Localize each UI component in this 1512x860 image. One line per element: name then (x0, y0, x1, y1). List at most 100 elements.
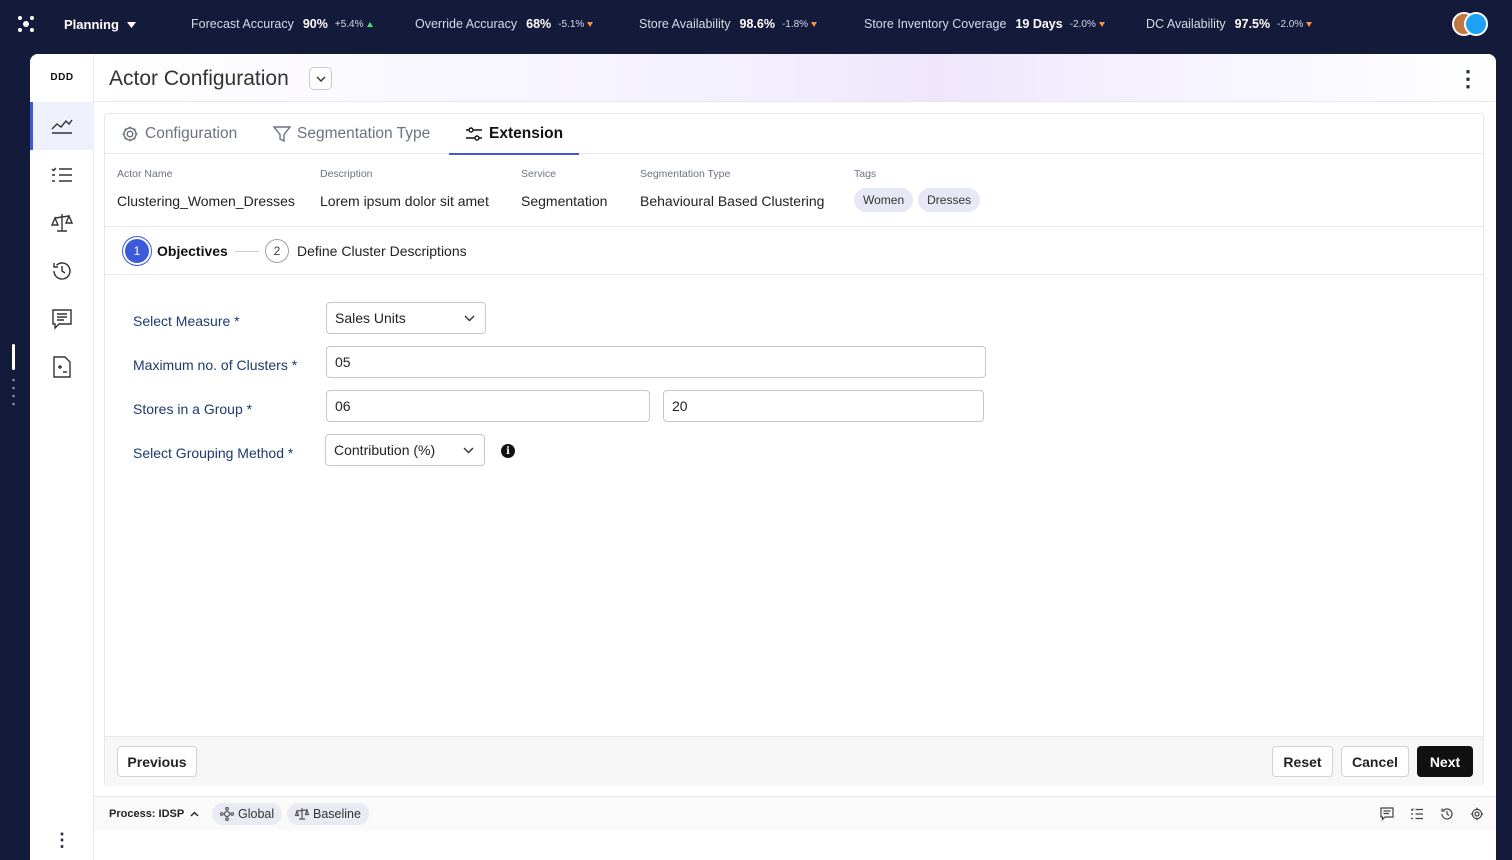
tag-chip[interactable]: Women (854, 188, 914, 212)
chart-icon (51, 119, 73, 134)
info-label: Service (521, 168, 557, 180)
segmentation-type-field: Segmentation Type Behavioural Based Clus… (640, 168, 824, 209)
title-dropdown-button[interactable] (309, 67, 332, 90)
user-avatars[interactable] (1452, 12, 1492, 36)
stores-max-input[interactable]: 20 (663, 390, 984, 422)
kpi-override-accuracy[interactable]: Override Accuracy 68% -5.1% (415, 17, 594, 31)
actor-name-field: Actor Name Clustering_Women_Dresses (117, 168, 295, 209)
top-bar: Planning Forecast Accuracy 90% +5.4% Ove… (0, 0, 1512, 48)
step-connector (235, 251, 259, 252)
tab-label: Configuration (145, 125, 238, 142)
drag-handle-icon[interactable] (10, 344, 18, 408)
checklist-icon[interactable] (1409, 806, 1425, 822)
info-value: Segmentation (521, 193, 608, 209)
info-value: Lorem ipsum dolor sit amet (320, 193, 489, 209)
page-title: Actor Configuration (109, 67, 289, 90)
tab-label: Segmentation Type (297, 125, 431, 142)
kpi-store-inventory-coverage[interactable]: Store Inventory Coverage 19 Days -2.0% (864, 17, 1105, 31)
trend-down-icon (811, 21, 818, 27)
step-1-indicator[interactable]: 1 (125, 239, 149, 263)
cancel-button[interactable]: Cancel (1341, 746, 1409, 777)
more-vertical-icon[interactable]: ⋮ (30, 831, 94, 849)
trend-down-icon (1306, 21, 1313, 27)
global-chip[interactable]: Global (212, 803, 283, 825)
actor-info-row: Actor Name Clustering_Women_Dresses Desc… (105, 154, 1483, 227)
service-field: Service Segmentation (521, 168, 607, 209)
network-icon (220, 807, 234, 821)
kpi-delta: +5.4% (334, 18, 364, 30)
history-icon[interactable] (1439, 806, 1455, 822)
nav-item-history[interactable] (30, 247, 94, 295)
grouping-method-value: Contribution (%) (334, 442, 436, 458)
next-button[interactable]: Next (1417, 746, 1473, 777)
tab-segmentation-type[interactable]: Segmentation Type (257, 114, 446, 154)
select-measure-dropdown[interactable]: Sales Units (326, 302, 486, 334)
tab-extension[interactable]: Extension (449, 114, 580, 155)
left-nav: DDD ⋮ (30, 54, 94, 860)
kpi-label: Store Availability (639, 17, 731, 31)
kpi-delta: -2.0% (1069, 18, 1096, 30)
app-window: DDD ⋮ Actor Configuration ⋮ Configuratio… (30, 54, 1496, 860)
history-icon (53, 262, 71, 280)
chevron-down-icon (463, 447, 474, 453)
workspace-label[interactable]: DDD (30, 72, 94, 83)
stores-in-group-label: Stores in a Group * (133, 401, 253, 417)
step-2-indicator[interactable]: 2 (265, 239, 289, 263)
max-clusters-input[interactable]: 05 (326, 346, 986, 378)
kpi-label: Forecast Accuracy (191, 17, 294, 31)
grouping-method-dropdown[interactable]: Contribution (%) (325, 434, 485, 466)
kpi-delta: -5.1% (558, 18, 585, 30)
tags-field: Tags Women Dresses (854, 168, 985, 212)
step-1-label[interactable]: Objectives (157, 243, 228, 259)
info-icon[interactable]: i (501, 444, 515, 458)
max-clusters-label: Maximum no. of Clusters * (133, 357, 298, 373)
chevron-up-icon (190, 811, 199, 817)
trend-down-icon (1098, 21, 1105, 27)
info-label: Actor Name (117, 168, 173, 180)
chip-label: Baseline (313, 807, 361, 821)
nav-item-tasks[interactable] (30, 151, 94, 199)
stores-min-input[interactable]: 06 (326, 390, 650, 422)
nav-item-comments[interactable] (30, 295, 94, 343)
tab-configuration[interactable]: Configuration (105, 114, 253, 154)
chip-label: Global (238, 807, 275, 821)
planning-menu[interactable]: Planning (64, 17, 136, 32)
app-logo-icon[interactable] (16, 14, 36, 34)
gear-icon (122, 126, 138, 142)
comments-icon[interactable] (1379, 806, 1395, 822)
kpi-delta: -2.0% (1277, 18, 1304, 30)
kpi-dc-availability[interactable]: DC Availability 97.5% -2.0% (1146, 17, 1313, 31)
nav-item-balance[interactable] (30, 199, 94, 247)
kpi-forecast-accuracy[interactable]: Forecast Accuracy 90% +5.4% (191, 17, 373, 31)
planning-menu-label: Planning (64, 17, 119, 32)
previous-button[interactable]: Previous (117, 746, 197, 777)
filter-icon (273, 126, 291, 143)
info-label: Segmentation Type (640, 168, 731, 180)
kpi-store-availability[interactable]: Store Availability 98.6% -1.8% (639, 17, 818, 31)
tag-chip[interactable]: Dresses (918, 188, 981, 212)
config-card: Configuration Segmentation Type Extensio… (104, 113, 1484, 786)
select-measure-value: Sales Units (335, 310, 406, 326)
info-value: Clustering_Women_Dresses (117, 193, 295, 209)
nav-item-dashboard[interactable] (30, 102, 94, 150)
baseline-chip[interactable]: Baseline (287, 803, 369, 825)
comments-icon (52, 309, 72, 330)
checklist-icon (51, 167, 72, 182)
kebab-menu-icon[interactable]: ⋮ (1456, 66, 1480, 91)
tab-bar: Configuration Segmentation Type Extensio… (105, 114, 1483, 155)
tab-label: Extension (489, 125, 564, 142)
chevron-down-icon (316, 76, 325, 82)
trend-up-icon (366, 21, 373, 27)
chevron-down-icon (464, 315, 475, 321)
kpi-value: 98.6% (739, 17, 775, 31)
gear-icon[interactable] (1469, 806, 1485, 822)
nav-item-calculator[interactable] (30, 343, 94, 391)
grouping-method-label: Select Grouping Method * (133, 445, 294, 461)
process-selector[interactable]: Process: IDSP (109, 808, 199, 820)
page-header: Actor Configuration ⋮ (94, 54, 1496, 102)
trend-down-icon (587, 21, 594, 27)
step-2-label[interactable]: Define Cluster Descriptions (297, 243, 467, 259)
kpi-delta: -1.8% (781, 18, 809, 30)
reset-button[interactable]: Reset (1272, 746, 1333, 777)
kpi-value: 97.5% (1234, 17, 1271, 31)
